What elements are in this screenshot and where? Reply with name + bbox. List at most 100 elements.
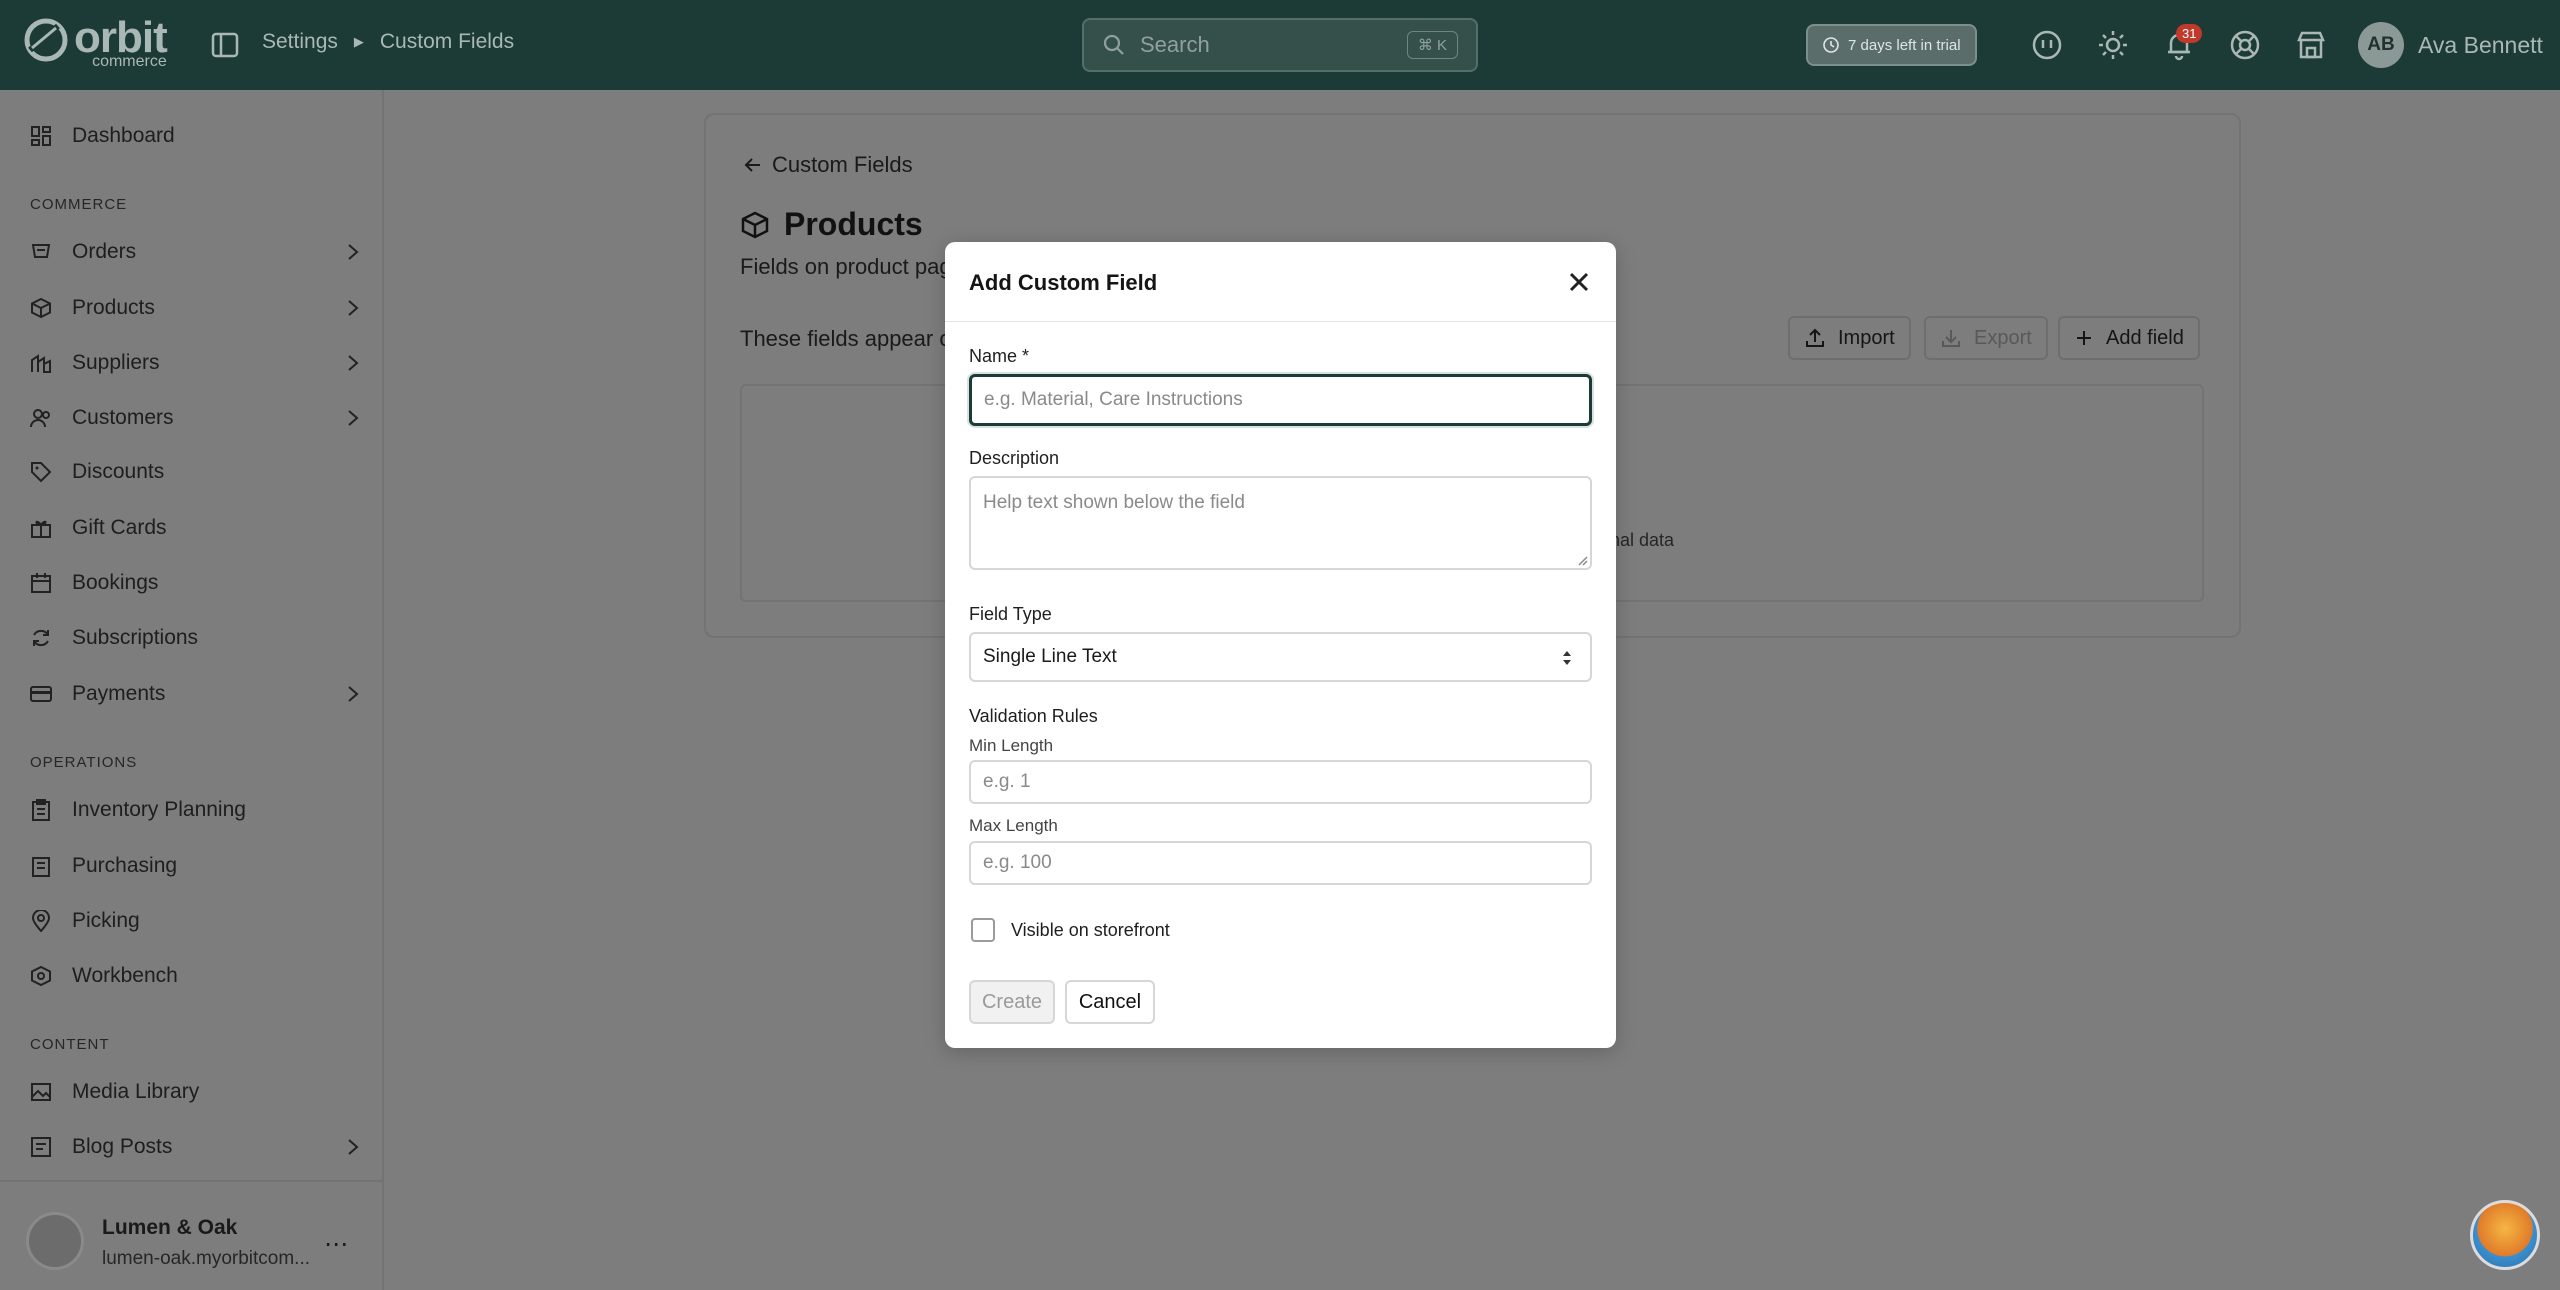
chevron-right-icon: [348, 244, 359, 260]
clock-icon: [1823, 37, 1839, 53]
sidebar-item-label: Gift Cards: [72, 516, 167, 539]
chevron-right-icon: [348, 410, 359, 426]
refresh-icon: [33, 629, 49, 647]
breadcrumb-separator-icon: ▶: [353, 34, 364, 49]
sidebar-item-label: Dashboard: [72, 124, 175, 147]
add-field-label: Add field: [2106, 326, 2184, 349]
search-shortcut: ⌘ K: [1406, 31, 1458, 59]
sidebar-item-picking[interactable]: Picking: [30, 901, 360, 941]
store-switcher[interactable]: Lumen & Oak lumen-oak.myorbitcom... ⋯: [0, 1180, 384, 1290]
visible-on-storefront-label[interactable]: Visible on storefront: [1011, 920, 1170, 941]
visible-on-storefront-checkbox[interactable]: [971, 918, 995, 942]
sidebar-item-discounts[interactable]: Discounts: [30, 452, 360, 492]
notification-count-badge: 31: [2176, 24, 2203, 43]
sidebar-item-subscriptions[interactable]: Subscriptions: [30, 618, 360, 658]
search-icon: [1103, 34, 1124, 55]
storefront-icon[interactable]: [2294, 28, 2328, 62]
sidebar-item-suppliers[interactable]: Suppliers: [30, 343, 360, 383]
store-avatar: [26, 1212, 84, 1270]
sidebar-item-label: Bookings: [72, 571, 159, 594]
orbit-logo[interactable]: orbit commerce: [22, 16, 168, 70]
section-commerce: COMMERCE: [30, 196, 128, 213]
sidebar-item-customers[interactable]: Customers: [30, 398, 360, 438]
sidebar-item-bookings[interactable]: Bookings: [30, 563, 360, 603]
tag-icon: [31, 462, 52, 483]
dialog-header: Add Custom Field: [945, 242, 1616, 322]
max-length-field[interactable]: e.g. 100: [969, 841, 1592, 885]
user-avatar[interactable]: AB: [2358, 22, 2404, 68]
sidebar-item-label: Products: [72, 296, 155, 319]
min-length-placeholder: e.g. 1: [983, 771, 1031, 792]
sidebar-item-payments[interactable]: Payments: [30, 674, 360, 714]
page-title: Products: [740, 206, 923, 243]
products-icon: [31, 297, 51, 319]
min-length-field[interactable]: e.g. 1: [969, 760, 1592, 804]
chevron-right-icon: [348, 686, 359, 702]
trial-text: 7 days left in trial: [1848, 36, 1961, 54]
sidebar-item-purchasing[interactable]: Purchasing: [30, 846, 360, 886]
sidebar-item-label: Purchasing: [72, 854, 178, 877]
arrow-left-icon: [744, 158, 760, 172]
breadcrumb-custom-fields[interactable]: Custom Fields: [380, 30, 514, 54]
breadcrumb: Settings ▶ Custom Fields: [262, 30, 514, 54]
field-type-value: Single Line Text: [983, 646, 1117, 667]
download-icon: [1942, 330, 1960, 347]
help-lifebuoy-icon[interactable]: [2228, 28, 2262, 62]
products-icon: [741, 211, 769, 238]
sidebar-item-products[interactable]: Products: [30, 288, 360, 328]
sidebar-item-workbench[interactable]: Workbench: [30, 956, 360, 996]
page-subtitle: Fields on product pag: [740, 254, 952, 279]
trial-badge[interactable]: 7 days left in trial: [1806, 24, 1977, 66]
breadcrumb-settings[interactable]: Settings: [262, 30, 338, 54]
theme-sun-icon[interactable]: [2096, 28, 2130, 62]
resize-handle-icon[interactable]: [1576, 554, 1588, 566]
sidebar-item-label: Orders: [72, 240, 137, 263]
search-input[interactable]: Search ⌘ K: [1082, 18, 1478, 72]
max-length-label: Max Length: [969, 816, 1058, 835]
min-length-label: Min Length: [969, 736, 1054, 755]
feedback-icon[interactable]: [2030, 28, 2064, 62]
chevron-right-icon: [348, 355, 359, 371]
chevron-right-icon: [348, 300, 359, 316]
user-name[interactable]: Ava Bennett: [2418, 32, 2543, 59]
validation-rules-label: Validation Rules: [969, 706, 1098, 726]
sidebar-toggle-icon[interactable]: [210, 30, 240, 60]
sidebar-item-inventory-planning[interactable]: Inventory Planning: [30, 790, 360, 830]
sidebar-item-orders[interactable]: Orders: [30, 232, 360, 272]
sidebar-item-media-library[interactable]: Media Library: [30, 1072, 360, 1112]
create-button[interactable]: Create: [969, 980, 1055, 1024]
export-button[interactable]: Export: [1924, 316, 2048, 360]
cart-icon: [32, 857, 50, 877]
sidebar-item-label: Discounts: [72, 460, 165, 483]
orbit-mark-icon: [24, 18, 68, 62]
more-options-icon[interactable]: ⋯: [324, 1230, 348, 1259]
page-description: These fields appear o: [740, 326, 952, 351]
store-name: Lumen & Oak: [102, 1216, 238, 1239]
image-icon: [31, 1083, 51, 1101]
import-button[interactable]: Import: [1788, 316, 1911, 360]
close-icon[interactable]: [1565, 268, 1593, 296]
back-link[interactable]: Custom Fields: [742, 152, 913, 178]
pin-icon: [31, 910, 51, 932]
sidebar-item-label: Customers: [72, 406, 174, 429]
chevron-right-icon: [348, 1139, 359, 1155]
cancel-button[interactable]: Cancel: [1065, 980, 1155, 1024]
import-label: Import: [1838, 326, 1895, 349]
page-title-text: Products: [784, 206, 923, 242]
name-placeholder: e.g. Material, Care Instructions: [984, 389, 1243, 410]
export-label: Export: [1974, 326, 2032, 349]
field-type-select[interactable]: Single Line Text: [969, 632, 1592, 682]
description-field[interactable]: Help text shown below the field: [969, 476, 1592, 570]
sidebar-item-dashboard[interactable]: Dashboard: [30, 116, 360, 156]
sidebar-item-blog-posts[interactable]: Blog Posts: [30, 1127, 360, 1167]
name-field[interactable]: e.g. Material, Care Instructions: [969, 374, 1592, 426]
add-field-button[interactable]: Add field: [2058, 316, 2200, 360]
orders-icon: [31, 244, 51, 258]
calendar-icon: [31, 573, 51, 593]
clipboard-icon: [32, 799, 50, 821]
sidebar-item-gift-cards[interactable]: Gift Cards: [30, 508, 360, 548]
suppliers-icon: [31, 354, 51, 373]
add-custom-field-dialog: Add Custom Field Name * e.g. Material, C…: [945, 242, 1616, 1048]
dialog-title: Add Custom Field: [969, 270, 1158, 295]
assistant-launcher-icon[interactable]: [2470, 1200, 2540, 1270]
